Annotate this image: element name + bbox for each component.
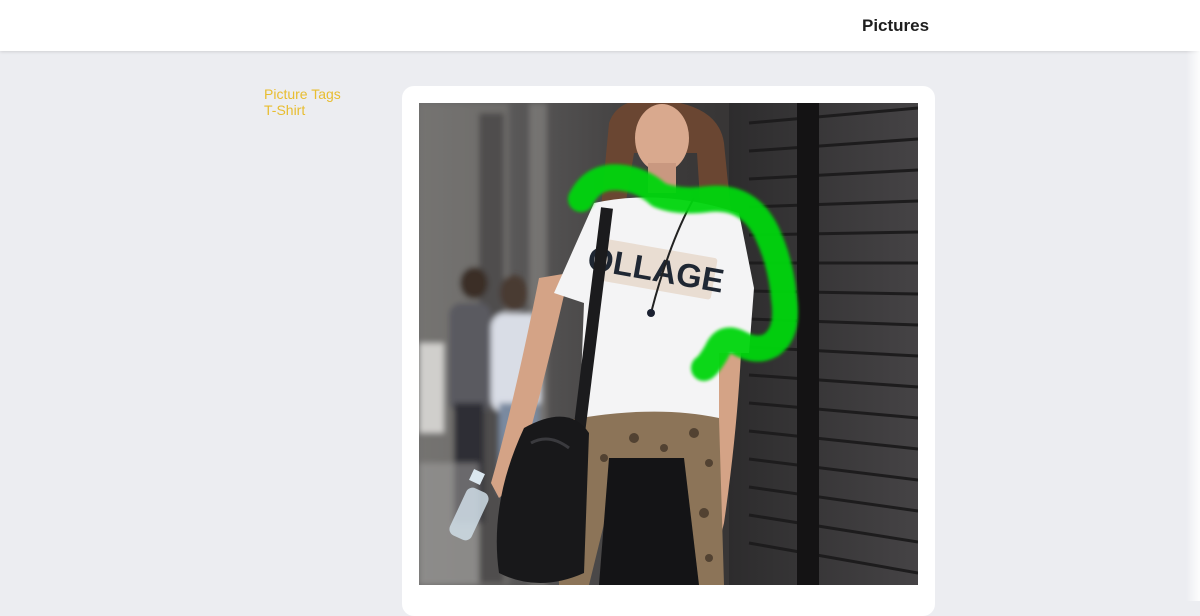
picture-card: OLLAGE [402, 86, 935, 616]
scroll-edge-shadow [1186, 0, 1200, 601]
tag-item-t-shirt[interactable]: T-Shirt [264, 102, 341, 118]
picture-tags-panel: Picture Tags T-Shirt [264, 86, 341, 118]
photo-canvas: OLLAGE [419, 103, 918, 585]
wall-post [797, 103, 819, 585]
picture-tags-heading: Picture Tags [264, 86, 341, 102]
top-header: Pictures [0, 0, 1200, 51]
street-photo[interactable]: OLLAGE [419, 103, 918, 585]
page-title: Pictures [862, 16, 930, 35]
